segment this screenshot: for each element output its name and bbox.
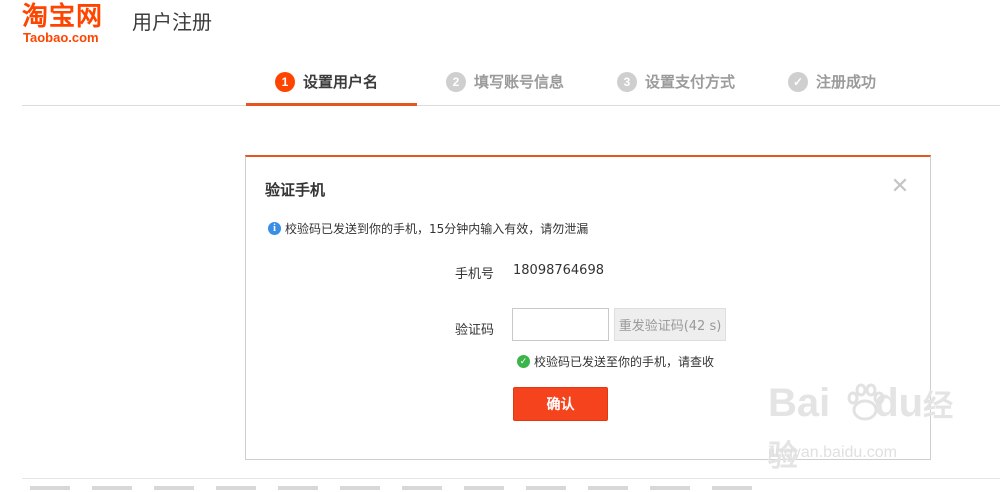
info-icon: i [268, 222, 281, 235]
step-number-badge: 1 [275, 72, 295, 92]
step-label: 设置用户名 [303, 73, 379, 91]
logo-chinese-text: 淘宝网 [22, 2, 104, 32]
verification-code-input[interactable] [512, 308, 609, 341]
active-step-underline [246, 103, 417, 106]
footer-links [30, 486, 830, 492]
phone-label: 手机号 [454, 267, 494, 282]
step-label: 设置支付方式 [645, 73, 736, 91]
logo-english-text: Taobao.com [23, 30, 99, 45]
code-sent-text: 校验码已发送至你的手机，请查收 [534, 355, 715, 369]
step-label: 填写账号信息 [474, 73, 565, 91]
code-label: 验证码 [454, 323, 494, 338]
check-icon: ✓ [788, 72, 808, 92]
confirm-button[interactable]: 确认 [513, 387, 608, 421]
step-register-success: ✓ 注册成功 [788, 72, 876, 106]
phone-value: 18098764698 [513, 263, 604, 278]
baidu-watermark: Bai du经验 jingyan.baidu.com [768, 380, 968, 473]
info-message: i 校验码已发送到你的手机，15分钟内输入有效，请勿泄漏 [268, 220, 588, 237]
step-payment-method: 3 设置支付方式 [617, 72, 735, 106]
footer-divider [22, 478, 1000, 479]
watermark-bai: Bai [768, 381, 831, 425]
step-set-username: 1 设置用户名 [275, 72, 378, 106]
close-icon[interactable]: ✕ [890, 176, 910, 198]
taobao-logo[interactable]: 淘宝网 Taobao.com [22, 3, 126, 45]
resend-code-button[interactable]: 重发验证码(42 s) [614, 308, 726, 341]
step-label: 注册成功 [816, 73, 877, 91]
info-text: 校验码已发送到你的手机，15分钟内输入有效，请勿泄漏 [285, 222, 589, 236]
success-check-icon: ✓ [517, 355, 530, 368]
page-title: 用户注册 [132, 10, 212, 34]
baidu-paw-icon [847, 383, 885, 421]
dialog-title: 验证手机 [265, 181, 326, 199]
step-account-info: 2 填写账号信息 [446, 72, 564, 106]
code-sent-message: ✓ 校验码已发送至你的手机，请查收 [517, 353, 714, 370]
watermark-url: jingyan.baidu.com [768, 444, 897, 461]
step-number-badge: 2 [446, 72, 466, 92]
step-number-badge: 3 [617, 72, 637, 92]
